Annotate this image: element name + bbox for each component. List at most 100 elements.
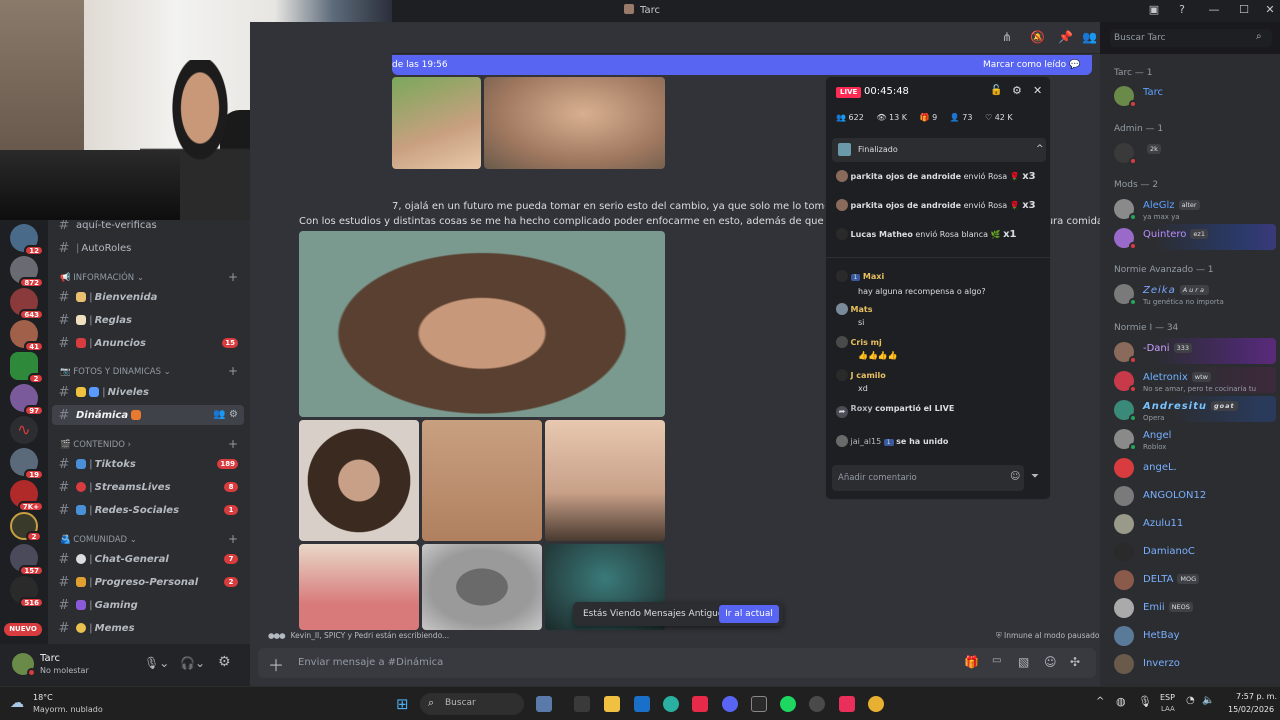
opera-icon[interactable] [692, 696, 708, 712]
category-comunidad[interactable]: 🫂 COMUNIDAD ⌄ + [60, 532, 238, 546]
server-icon[interactable]: 41 [10, 320, 44, 352]
message-composer[interactable]: ＋ Enviar mensaje a #Dinámica 🎁 ▭ ▧ ☺ ✣ [258, 648, 1096, 678]
emoji-icon[interactable]: ☺ [1010, 471, 1020, 482]
activity-server-icon[interactable]: ∿ [10, 416, 38, 444]
discord-icon[interactable] [722, 696, 738, 712]
server-icon[interactable]: 643 [10, 288, 44, 320]
member-item[interactable]: Andresitu goat Opera [1104, 396, 1276, 422]
microphone-icon[interactable]: 🎙 [1138, 695, 1152, 708]
tiktok-live-icon[interactable] [839, 696, 855, 712]
weather-icon[interactable]: ☁ [10, 695, 24, 711]
member-item[interactable]: Aletronix wtw No se amar, pero te cocinarí… [1104, 367, 1276, 393]
app-mic-icon[interactable] [809, 696, 825, 712]
search-box[interactable]: Buscar Tarc ⌕ [1110, 29, 1272, 47]
close-panel-icon[interactable]: ✕ [1033, 84, 1042, 97]
add-channel-icon[interactable]: + [228, 270, 238, 284]
headphones-icon[interactable]: 🎧⌄ [180, 656, 205, 670]
member-item[interactable]: Quintero ez1 [1104, 224, 1276, 250]
emoji-icon[interactable]: ☺ [1044, 655, 1057, 669]
category-fotos[interactable]: 📷 FOTOS Y DINAMICAS ⌄ + [60, 364, 238, 378]
add-channel-icon[interactable]: + [228, 364, 238, 378]
threads-icon[interactable]: ⋔ [1002, 30, 1012, 44]
apps-icon[interactable]: ✣ [1070, 655, 1080, 669]
mark-read-button[interactable]: Marcar como leído 💬 [983, 60, 1080, 70]
spotify-icon[interactable] [780, 696, 796, 712]
new-messages-bar[interactable]: de las 19:56 Marcar como leído 💬 [392, 55, 1092, 75]
member-item[interactable]: -Dani 333 [1104, 338, 1276, 364]
member-item[interactable]: AleGlz alter ya max ya [1104, 195, 1276, 221]
server-icon[interactable]: 2 [10, 352, 44, 384]
gift-icon[interactable]: 🎁 [964, 655, 979, 669]
app-l-icon[interactable] [574, 696, 590, 712]
add-channel-icon[interactable]: + [228, 532, 238, 546]
outlook-icon[interactable] [634, 696, 650, 712]
channel-item[interactable]: # | Reglas [52, 310, 244, 330]
image-attachment[interactable] [299, 544, 419, 630]
attach-plus-icon[interactable]: ＋ [268, 652, 284, 676]
finalizado-row[interactable]: Finalizado ^ [832, 138, 1046, 162]
chrome-icon[interactable] [868, 696, 884, 712]
channel-item[interactable]: # | Niveles [52, 382, 244, 402]
member-item[interactable]: Zeika Aura Tu genética no importa [1104, 280, 1276, 306]
gif-icon[interactable]: ▭ [992, 655, 1001, 666]
server-icon[interactable]: 19 [10, 448, 44, 480]
close-window-button[interactable]: ✕ [1262, 3, 1278, 17]
user-settings-icon[interactable]: ⚙ [218, 654, 231, 670]
chevron-up-icon[interactable]: ^ [1096, 696, 1104, 707]
message-input-placeholder[interactable]: Enviar mensaje a #Dinámica [298, 657, 443, 668]
add-channel-icon[interactable]: + [228, 437, 238, 451]
server-icon[interactable]: 872 [10, 256, 44, 288]
jump-to-present-button[interactable]: Ir al actual [719, 605, 779, 623]
channel-item[interactable]: # | Tiktoks 189 [52, 454, 244, 474]
wifi-icon[interactable]: ◔ [1186, 695, 1195, 706]
new-badge[interactable]: NUEVO [4, 623, 42, 636]
sticker-icon[interactable]: ▧ [1018, 655, 1029, 669]
taskbar-search[interactable]: ⌕ Buscar [420, 693, 524, 715]
server-icon[interactable]: 7K+ [10, 480, 44, 512]
channel-item[interactable]: # | Anuncios 15 [52, 333, 244, 353]
channel-item[interactable]: # | Bienvenida [52, 287, 244, 307]
volume-icon[interactable]: 🔈 [1202, 695, 1214, 706]
clock-date[interactable]: 15/02/2026 [1228, 705, 1274, 714]
member-item[interactable]: Inverzo [1104, 650, 1276, 676]
channel-item[interactable]: # | Memes [52, 618, 244, 638]
member-item[interactable]: DamianoC [1104, 538, 1276, 564]
mute-icon[interactable]: 🔕 [1030, 30, 1045, 44]
member-item[interactable]: 2k [1104, 139, 1276, 165]
server-icon[interactable]: 97 [10, 384, 44, 416]
image-attachment[interactable] [422, 420, 542, 541]
image-attachment[interactable] [484, 77, 665, 169]
tray-app-icon[interactable]: ◍ [1116, 695, 1126, 708]
channel-item[interactable]: # | StreamsLives 8 [52, 477, 244, 497]
inbox-icon[interactable]: ▣ [1146, 3, 1162, 17]
server-icon[interactable]: 157 [10, 544, 44, 576]
channel-item[interactable]: # | AutoRoles [52, 238, 244, 258]
image-attachment[interactable] [422, 544, 542, 630]
member-item[interactable]: Tarc [1104, 82, 1276, 108]
image-attachment[interactable] [299, 420, 419, 541]
channel-item[interactable]: # aquí-te-verificas [52, 220, 244, 235]
weather-temp[interactable]: 18°C [33, 693, 53, 702]
file-explorer-icon[interactable] [604, 696, 620, 712]
chevron-up-icon[interactable]: ^ [1036, 144, 1044, 154]
server-icon[interactable]: 516 [10, 576, 44, 608]
live-comment-input[interactable]: Añadir comentario ☺ [832, 465, 1024, 491]
settings-icon[interactable]: ⚙ [1012, 84, 1022, 97]
category-contenido[interactable]: 🎬 CONTENIDO › + [60, 437, 238, 451]
weather-desc[interactable]: Mayorm. nublado [33, 705, 103, 714]
clock-time[interactable]: 7:57 p. m. [1236, 692, 1277, 701]
member-item[interactable]: ANGOLON12 [1104, 482, 1276, 508]
edge-icon[interactable] [663, 696, 679, 712]
language-indicator[interactable]: ESP [1160, 693, 1175, 702]
maximize-button[interactable]: ☐ [1236, 3, 1252, 17]
pin-icon[interactable]: 📌 [1058, 30, 1073, 44]
app-shark-icon[interactable] [536, 696, 552, 712]
member-item[interactable]: angeL. [1104, 454, 1276, 480]
lock-icon[interactable]: 🔓 [990, 85, 1002, 96]
member-item[interactable]: Emii NEOS [1104, 594, 1276, 620]
mic-icon[interactable]: 🎙⌄ [144, 656, 169, 670]
filter-icon[interactable]: ⏷ [1031, 471, 1039, 482]
channel-item[interactable]: # | Progreso-Personal 2 [52, 572, 244, 592]
server-icon[interactable]: 12 [10, 224, 44, 256]
members-icon[interactable]: 👥 [1082, 30, 1097, 44]
